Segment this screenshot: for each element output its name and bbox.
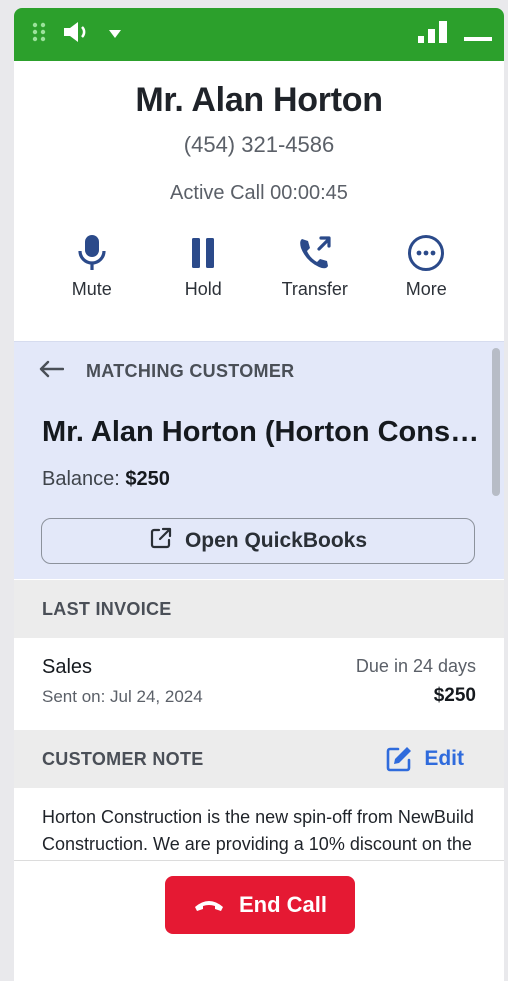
footer-divider: [14, 860, 504, 861]
customer-note-header: CUSTOMER NOTE Edit: [14, 730, 504, 788]
scrollbar[interactable]: [492, 348, 500, 496]
external-link-icon: [149, 526, 173, 556]
caller-name: Mr. Alan Horton: [135, 81, 383, 119]
minimize-icon[interactable]: [464, 21, 492, 48]
caller-info: Mr. Alan Horton (454) 321-4586 Active Ca…: [14, 61, 504, 205]
open-quickbooks-label: Open QuickBooks: [184, 529, 368, 552]
last-invoice-header: LAST INVOICE: [14, 580, 504, 638]
edit-label: Edit: [424, 747, 464, 770]
more-icon: [408, 235, 445, 271]
hold-label: Hold: [184, 279, 222, 299]
title-bar: [14, 8, 504, 61]
hang-up-icon: [194, 901, 223, 911]
transfer-call-icon: [299, 236, 331, 269]
more-label: More: [405, 279, 447, 299]
call-status: Active Call 00:00:45: [170, 182, 348, 204]
transfer-button[interactable]: Transfer: [265, 233, 365, 300]
open-quickbooks-button[interactable]: Open QuickBooks: [41, 518, 475, 564]
call-actions: Mute Hold Transfer More: [14, 205, 504, 300]
hold-button[interactable]: Hold: [153, 233, 253, 300]
speaker-icon[interactable]: [62, 20, 92, 49]
signal-icon: [418, 21, 448, 48]
invoice-amount: $250: [433, 685, 476, 706]
chevron-down-icon[interactable]: [108, 26, 122, 44]
balance-label: Balance:: [42, 468, 120, 490]
customer-note-title: CUSTOMER NOTE: [42, 748, 204, 769]
last-invoice-row[interactable]: Sales Due in 24 days Sent on: Jul 24, 20…: [14, 638, 504, 730]
drag-handle-icon[interactable]: [32, 22, 46, 47]
invoice-sent-date: Sent on: Jul 24, 2024: [42, 687, 203, 706]
invoice-type: Sales: [42, 656, 93, 678]
back-arrow-icon[interactable]: [38, 360, 65, 383]
last-invoice-title: LAST INVOICE: [42, 598, 172, 619]
customer-balance: Balance: $250: [42, 468, 170, 491]
end-call-label: End Call: [238, 892, 327, 917]
transfer-label: Transfer: [281, 279, 348, 299]
edit-icon: [387, 747, 412, 772]
end-call-button[interactable]: End Call: [165, 876, 355, 934]
edit-note-button[interactable]: Edit: [384, 744, 464, 774]
pause-icon: [192, 238, 215, 268]
mute-label: Mute: [71, 279, 112, 299]
invoice-due: Due in 24 days: [355, 656, 476, 676]
caller-phone: (454) 321-4586: [183, 132, 335, 157]
matching-customer-title: MATCHING CUSTOMER: [86, 361, 295, 381]
customer-name[interactable]: Mr. Alan Horton (Horton Construction): [42, 416, 482, 449]
microphone-icon: [78, 235, 106, 270]
matching-customer-panel: MATCHING CUSTOMER Mr. Alan Horton (Horto…: [14, 341, 504, 579]
more-button[interactable]: More: [376, 233, 476, 300]
customer-note-text: Horton Construction is the new spin-off …: [42, 807, 474, 854]
balance-value: $250: [125, 468, 170, 490]
call-window: Mr. Alan Horton (454) 321-4586 Active Ca…: [14, 8, 504, 981]
matching-customer-header: MATCHING CUSTOMER: [38, 360, 294, 383]
mute-button[interactable]: Mute: [42, 233, 142, 300]
